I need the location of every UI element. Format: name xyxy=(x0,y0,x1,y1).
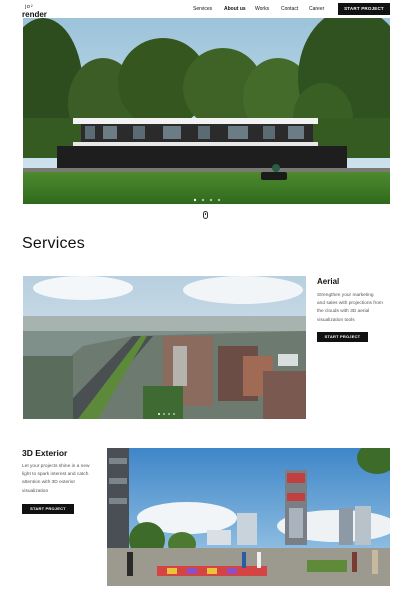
section-title-services: Services xyxy=(22,235,85,252)
start-project-button[interactable]: START PROJECT xyxy=(338,3,390,15)
aerial-start-project-button[interactable]: START PROJECT xyxy=(317,332,368,342)
description-line: visualization tools xyxy=(317,317,355,323)
nav-item-works[interactable]: Works xyxy=(255,6,269,12)
exterior-image xyxy=(107,448,390,586)
aerial-image xyxy=(23,276,306,419)
nav-item-services[interactable]: Services xyxy=(193,6,212,12)
description-line: Strengthen your marketing xyxy=(317,293,374,298)
service-description-3d-exterior: Let your projects shine in a new light t… xyxy=(22,463,100,496)
service-title-aerial: Aerial xyxy=(317,277,340,286)
nav-item-contact[interactable]: Contact xyxy=(281,6,298,12)
nav-item-about-us[interactable]: About us xyxy=(224,6,246,12)
description-line: light to spark interest and catch xyxy=(22,472,89,478)
service-description-aerial: Strengthen your marketing and sales with… xyxy=(317,292,393,325)
description-line: the clouds with 3D aerial xyxy=(317,309,370,315)
service-title-3d-exterior: 3D Exterior xyxy=(22,448,68,458)
description-line: visualization xyxy=(22,488,49,494)
scroll-down-icon[interactable] xyxy=(203,211,208,219)
exterior-start-project-button[interactable]: START PROJECT xyxy=(22,504,74,514)
description-line: and sales with projections from xyxy=(317,301,383,307)
hero-image xyxy=(23,18,390,204)
description-line: attention with 3D exterior xyxy=(22,480,76,486)
nav-item-career[interactable]: Career xyxy=(309,6,324,12)
logo[interactable]: jɒ² render xyxy=(22,5,52,19)
description-line: Let your projects shine in a new xyxy=(22,464,90,469)
